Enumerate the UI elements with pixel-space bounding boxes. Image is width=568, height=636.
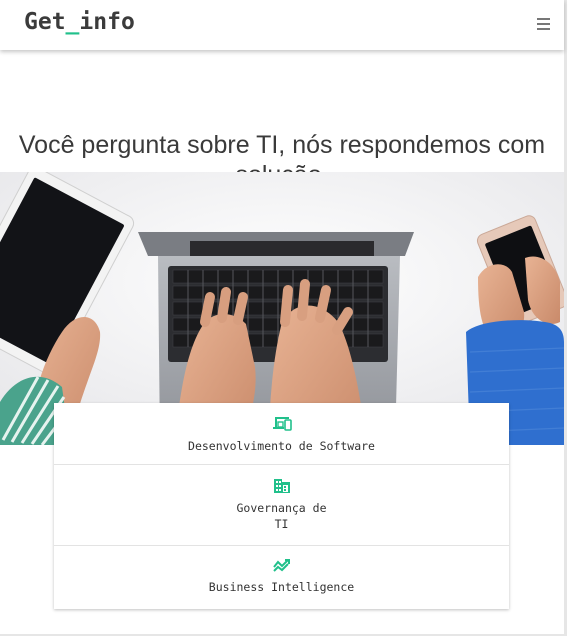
- trending-chart-icon: [272, 559, 290, 572]
- services-list: Desenvolvimento de Software Governança d…: [54, 403, 509, 609]
- service-label-software: Desenvolvimento de Software: [188, 439, 375, 453]
- service-item-business-intelligence[interactable]: Business Intelligence: [54, 546, 509, 609]
- logo-suffix: info: [79, 9, 135, 35]
- service-item-software-development[interactable]: Desenvolvimento de Software: [54, 403, 509, 465]
- devices-icon: [272, 417, 292, 431]
- logo-underscore: _: [65, 9, 80, 35]
- page-frame: Get_info Você pergunta sobre TI, nós res…: [0, 0, 567, 636]
- hamburger-menu-icon[interactable]: [537, 18, 550, 30]
- logo-prefix: Get: [24, 9, 66, 35]
- service-item-it-governance[interactable]: Governança de TI: [54, 465, 509, 546]
- service-label-governance: Governança de TI: [236, 501, 327, 531]
- site-logo[interactable]: Get_info: [24, 9, 135, 35]
- service-label-bi: Business Intelligence: [208, 580, 355, 594]
- business-building-icon: [273, 479, 290, 493]
- top-navbar: Get_info: [0, 0, 564, 50]
